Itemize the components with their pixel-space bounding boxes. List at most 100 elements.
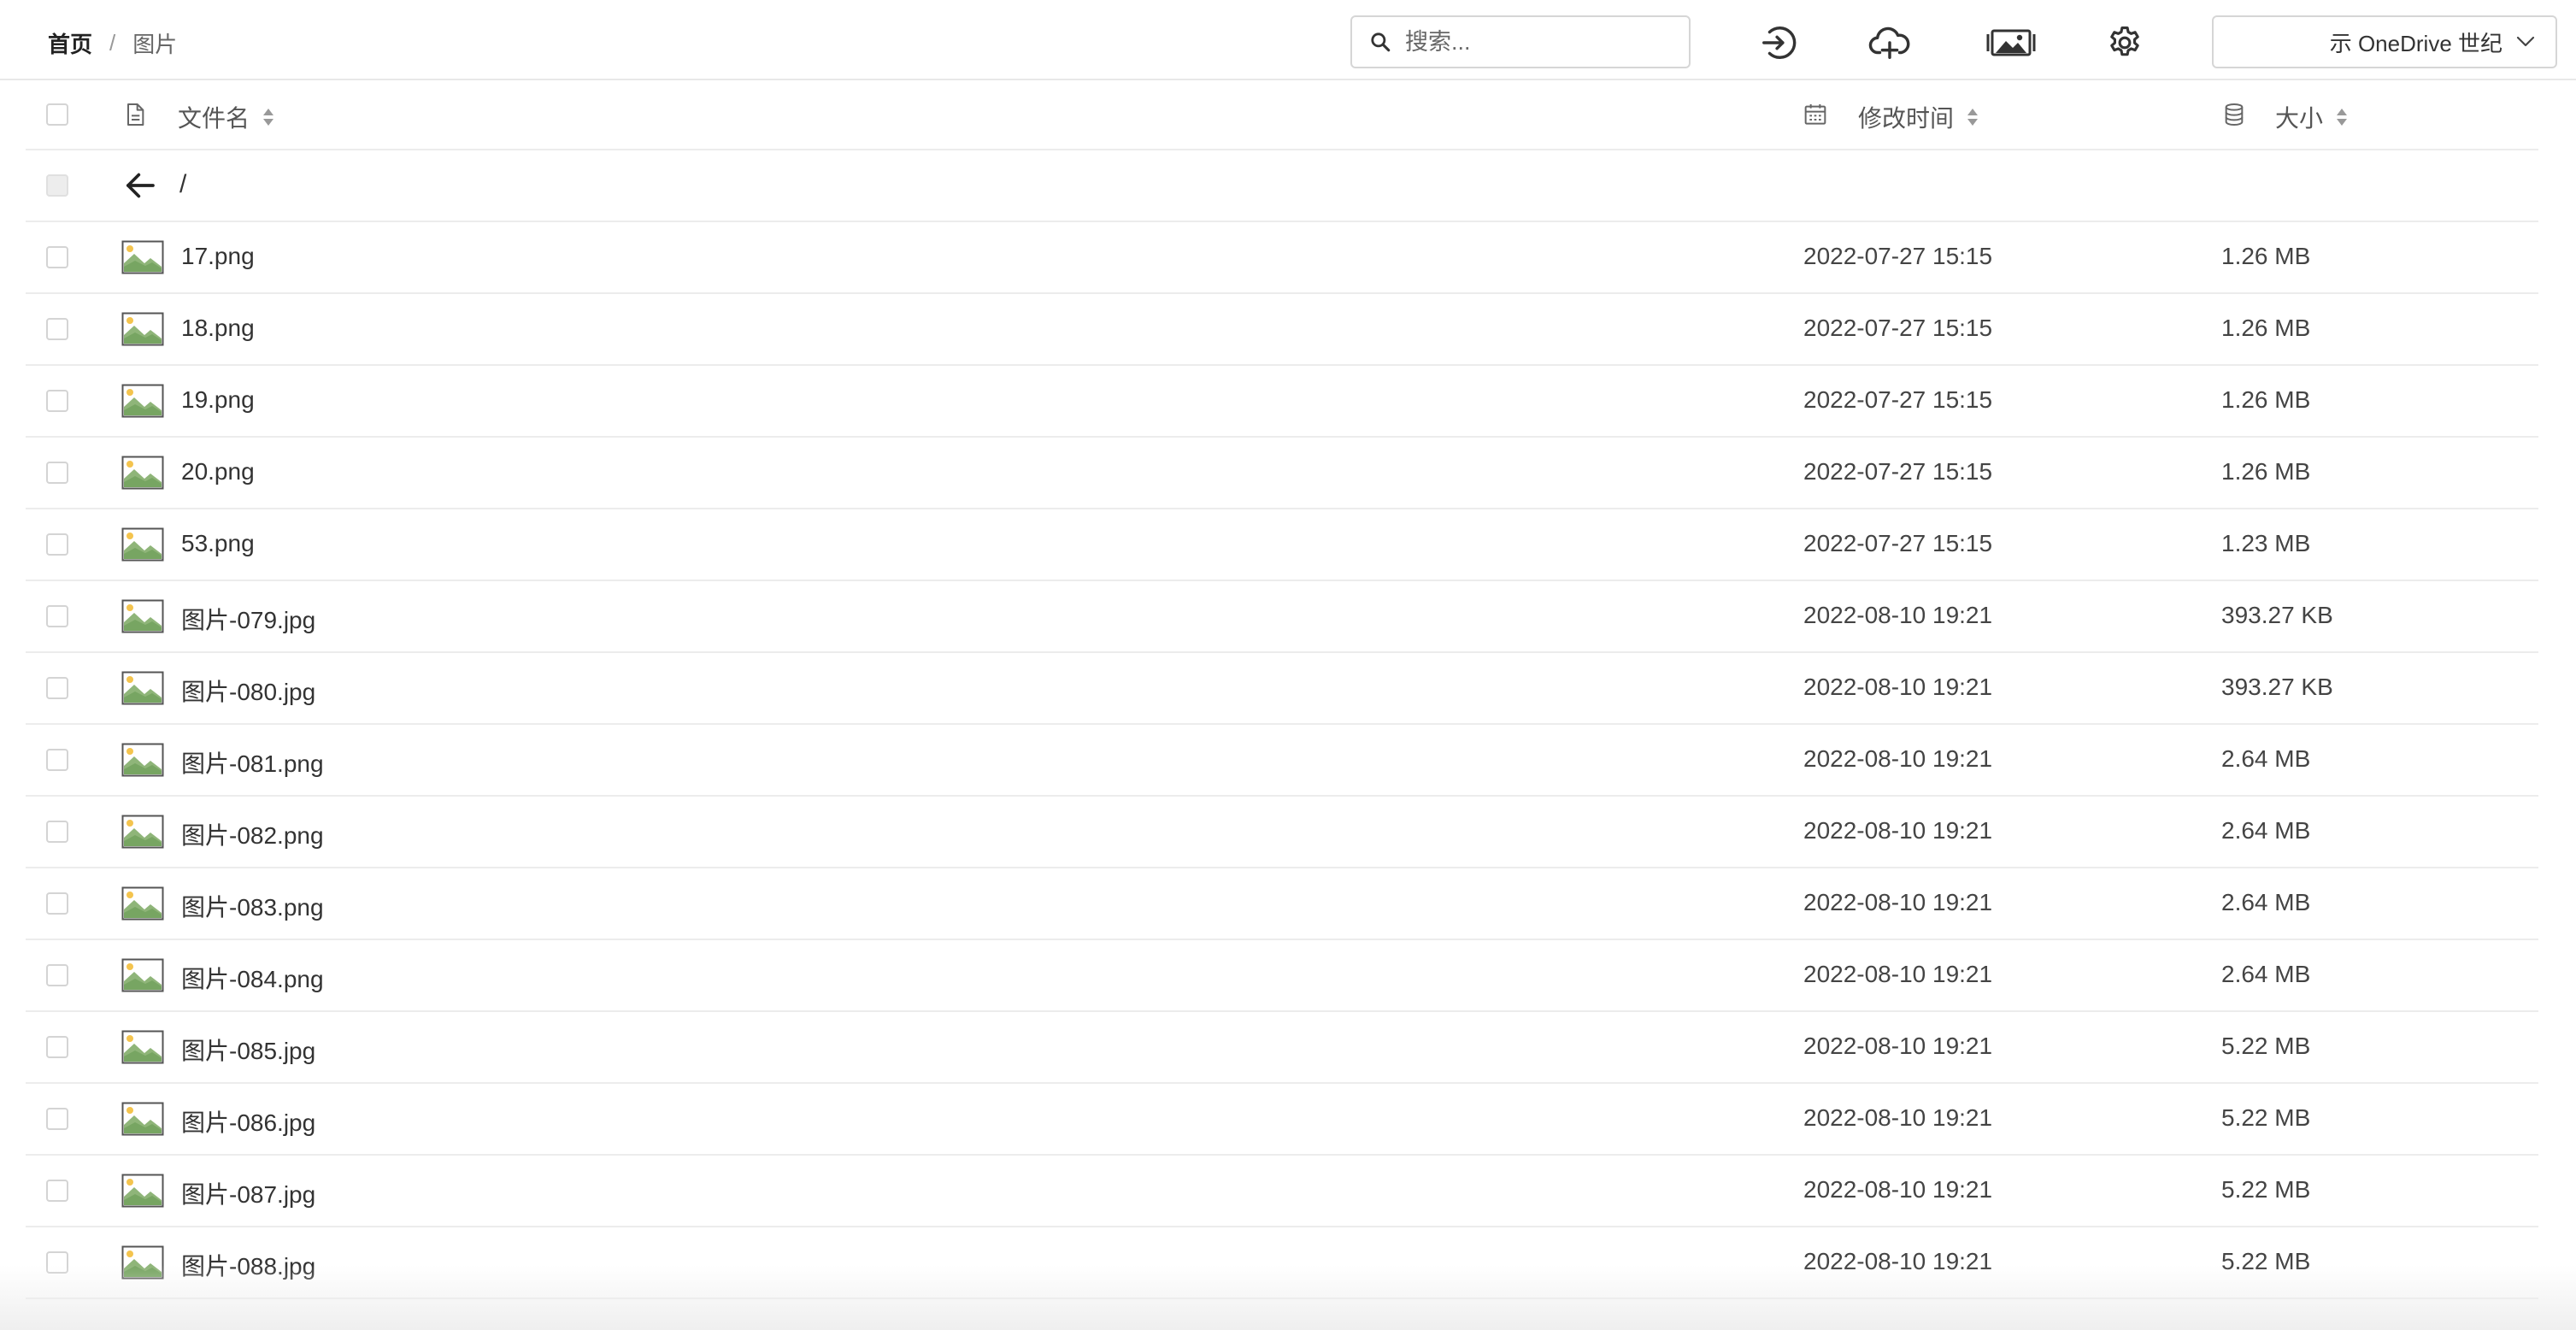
table-header: 文件名 修改时间 大小 xyxy=(26,80,2538,150)
file-modified: 2022-08-10 19:21 xyxy=(1803,745,1993,772)
column-size-label: 大小 xyxy=(2275,105,2324,132)
database-icon xyxy=(2225,103,2244,126)
row-checkbox[interactable] xyxy=(46,964,68,986)
file-size: 5.22 MB xyxy=(2221,1033,2311,1059)
column-modified-header[interactable]: 修改时间 xyxy=(1858,100,1979,134)
gear-icon[interactable] xyxy=(2103,21,2147,65)
sort-icon[interactable] xyxy=(262,106,275,128)
column-size-header[interactable]: 大小 xyxy=(2275,100,2349,134)
file-size: 393.27 KB xyxy=(2221,602,2333,628)
image-file-icon xyxy=(121,743,164,777)
row-checkbox[interactable] xyxy=(46,533,68,556)
table-row[interactable]: 图片-087.jpg 2022-08-10 19:21 5.22 MB xyxy=(26,1156,2538,1227)
row-checkbox[interactable] xyxy=(46,605,68,627)
table-row[interactable]: 图片-081.png 2022-08-10 19:21 2.64 MB xyxy=(26,725,2538,797)
file-size: 1.26 MB xyxy=(2221,243,2311,269)
file-size: 2.64 MB xyxy=(2221,889,2311,915)
table-row[interactable]: 图片-080.jpg 2022-08-10 19:21 393.27 KB xyxy=(26,653,2538,725)
arrow-left-icon[interactable] xyxy=(123,168,157,203)
row-checkbox[interactable] xyxy=(46,1036,68,1058)
image-file-icon xyxy=(121,1102,164,1136)
file-list: 17.png 2022-07-27 15:15 1.26 MB 18.png 2… xyxy=(26,222,2538,1299)
file-size: 2.64 MB xyxy=(2221,817,2311,844)
image-file-icon xyxy=(121,312,164,346)
file-size: 1.26 MB xyxy=(2221,386,2311,413)
file-name[interactable]: 图片-083.png xyxy=(181,889,324,923)
row-checkbox[interactable] xyxy=(46,892,68,915)
table-row[interactable]: 图片-085.jpg 2022-08-10 19:21 5.22 MB xyxy=(26,1012,2538,1084)
table-row[interactable]: 53.png 2022-07-27 15:15 1.23 MB xyxy=(26,509,2538,581)
row-checkbox[interactable] xyxy=(46,462,68,484)
file-name[interactable]: 图片-082.png xyxy=(181,817,324,851)
sort-icon[interactable] xyxy=(2335,106,2349,128)
file-modified: 2022-07-27 15:15 xyxy=(1803,530,1993,556)
file-icon xyxy=(127,103,144,126)
row-checkbox[interactable] xyxy=(46,1108,68,1130)
column-name-header[interactable]: 文件名 xyxy=(178,100,275,134)
file-modified: 2022-08-10 19:21 xyxy=(1803,1104,1993,1131)
breadcrumb-current[interactable]: 图片 xyxy=(132,27,177,59)
file-name[interactable]: 17.png xyxy=(181,243,255,270)
file-name[interactable]: 图片-079.jpg xyxy=(181,602,315,636)
file-name[interactable]: 20.png xyxy=(181,458,255,486)
file-modified: 2022-08-10 19:21 xyxy=(1803,889,1993,915)
row-checkbox[interactable] xyxy=(46,749,68,771)
table-row[interactable]: 图片-086.jpg 2022-08-10 19:21 5.22 MB xyxy=(26,1084,2538,1156)
file-name[interactable]: 图片-080.jpg xyxy=(181,674,315,708)
image-file-icon xyxy=(121,527,164,562)
image-file-icon xyxy=(121,886,164,921)
breadcrumb-separator: / xyxy=(109,30,116,56)
breadcrumb-home[interactable]: 首页 xyxy=(48,27,92,59)
row-checkbox[interactable] xyxy=(46,821,68,843)
table-row[interactable]: 图片-079.jpg 2022-08-10 19:21 393.27 KB xyxy=(26,581,2538,653)
file-name[interactable]: 19.png xyxy=(181,386,255,414)
parent-directory-row[interactable]: / xyxy=(26,150,2538,222)
table-row[interactable]: 图片-082.png 2022-08-10 19:21 2.64 MB xyxy=(26,797,2538,868)
row-checkbox[interactable] xyxy=(46,390,68,412)
search-input[interactable] xyxy=(1403,27,1680,56)
file-name[interactable]: 图片-081.png xyxy=(181,745,324,780)
file-name[interactable]: 图片-086.jpg xyxy=(181,1104,315,1139)
column-name-label: 文件名 xyxy=(178,105,250,132)
row-checkbox[interactable] xyxy=(46,677,68,699)
row-checkbox[interactable] xyxy=(46,1180,68,1202)
table-row[interactable]: 18.png 2022-07-27 15:15 1.26 MB xyxy=(26,294,2538,366)
top-bar: 首页 / 图片 搜索... 示 OneDrive 世纪 xyxy=(0,0,2576,80)
file-name[interactable]: 图片-087.jpg xyxy=(181,1176,315,1210)
file-size: 2.64 MB xyxy=(2221,745,2311,772)
table-row[interactable]: 20.png 2022-07-27 15:15 1.26 MB xyxy=(26,438,2538,509)
table-row[interactable]: 17.png 2022-07-27 15:15 1.26 MB xyxy=(26,222,2538,294)
file-name[interactable]: 18.png xyxy=(181,315,255,342)
file-modified: 2022-08-10 19:21 xyxy=(1803,1033,1993,1059)
image-file-icon xyxy=(121,384,164,418)
search-box[interactable] xyxy=(1350,15,1691,68)
file-modified: 2022-08-10 19:21 xyxy=(1803,674,1993,700)
gallery-icon[interactable] xyxy=(1983,21,2039,65)
file-name[interactable]: 53.png xyxy=(181,530,255,557)
sort-icon[interactable] xyxy=(1966,106,1979,128)
file-modified: 2022-08-10 19:21 xyxy=(1803,1176,1993,1203)
file-size: 1.26 MB xyxy=(2221,315,2311,341)
drive-select[interactable]: 示 OneDrive 世纪 xyxy=(2212,15,2557,68)
image-file-icon xyxy=(121,456,164,490)
table-row[interactable]: 19.png 2022-07-27 15:15 1.26 MB xyxy=(26,366,2538,438)
file-name[interactable]: 图片-085.jpg xyxy=(181,1033,315,1067)
image-file-icon xyxy=(121,958,164,992)
image-file-icon xyxy=(121,815,164,849)
table-row[interactable]: 图片-084.png 2022-08-10 19:21 2.64 MB xyxy=(26,940,2538,1012)
file-modified: 2022-07-27 15:15 xyxy=(1803,386,1993,413)
file-modified: 2022-08-10 19:21 xyxy=(1803,602,1993,628)
select-all-checkbox[interactable] xyxy=(46,103,68,126)
row-checkbox[interactable] xyxy=(46,318,68,340)
parent-path[interactable]: / xyxy=(179,170,186,199)
cloud-upload-icon[interactable] xyxy=(1867,21,1912,65)
breadcrumb: 首页 / 图片 xyxy=(48,27,177,59)
row-checkbox[interactable] xyxy=(46,246,68,268)
file-modified: 2022-07-27 15:15 xyxy=(1803,458,1993,485)
file-size: 2.64 MB xyxy=(2221,961,2311,987)
column-modified-label: 修改时间 xyxy=(1858,105,1955,132)
drive-select-label: 示 OneDrive 世纪 xyxy=(2329,30,2502,56)
table-row[interactable]: 图片-083.png 2022-08-10 19:21 2.64 MB xyxy=(26,868,2538,940)
file-name[interactable]: 图片-084.png xyxy=(181,961,324,995)
login-icon[interactable] xyxy=(1757,21,1802,65)
